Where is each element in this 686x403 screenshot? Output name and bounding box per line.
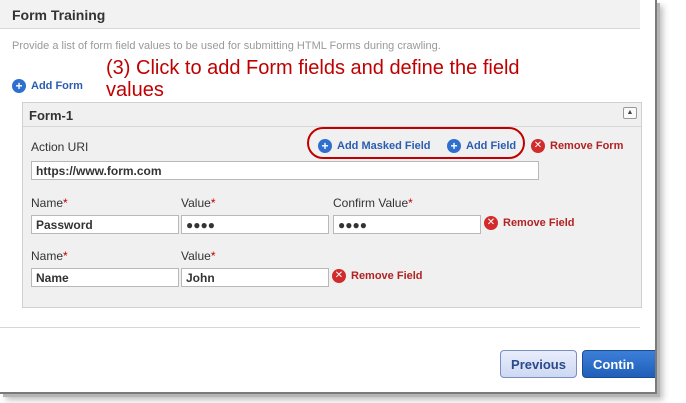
field-1-value-label: Value*	[181, 196, 216, 210]
remove-field-1-button[interactable]: ✕ Remove Field	[484, 216, 575, 230]
field-2-value-input[interactable]	[181, 268, 329, 287]
field-2-name-label: Name*	[31, 249, 68, 263]
field-2-value-label: Value*	[181, 249, 216, 263]
field-1-name-input[interactable]	[31, 215, 179, 234]
field-1-value-input[interactable]	[181, 215, 329, 234]
remove-form-label: Remove Form	[550, 140, 624, 152]
field-2-name-input[interactable]	[31, 268, 179, 287]
remove-form-button[interactable]: ✕ Remove Form	[531, 139, 623, 153]
collapse-icon[interactable]: ▲	[623, 107, 637, 119]
previous-button[interactable]: Previous	[500, 350, 577, 378]
remove-x-icon: ✕	[332, 269, 346, 283]
add-form-label: Add Form	[31, 80, 83, 92]
section-description: Provide a list of form field values to b…	[12, 40, 441, 52]
section-title: Form Training	[12, 7, 106, 23]
plus-circle-icon: +	[12, 79, 26, 93]
action-uri-label: Action URI	[31, 140, 89, 154]
remove-field-label: Remove Field	[351, 270, 423, 282]
action-uri-input[interactable]	[31, 161, 539, 180]
remove-x-icon: ✕	[531, 139, 545, 153]
field-1-name-label: Name*	[31, 196, 68, 210]
add-form-button[interactable]: + Add Form	[12, 78, 83, 94]
remove-field-2-button[interactable]: ✕ Remove Field	[332, 269, 423, 283]
screenshot-frame: Form Training Provide a list of form fie…	[0, 0, 657, 394]
field-1-confirm-input[interactable]	[333, 215, 481, 234]
tutorial-annotation: (3) Click to add Form fields and define …	[106, 57, 520, 101]
section-header: Form Training	[0, 0, 640, 29]
footer-divider	[0, 327, 640, 328]
field-1-confirm-label: Confirm Value*	[333, 196, 413, 210]
continue-button[interactable]: Contin	[582, 350, 655, 378]
remove-field-label: Remove Field	[503, 217, 575, 229]
annotation-highlight-oval	[307, 127, 525, 159]
remove-x-icon: ✕	[484, 216, 498, 230]
form-panel-title: Form-1	[29, 108, 74, 123]
